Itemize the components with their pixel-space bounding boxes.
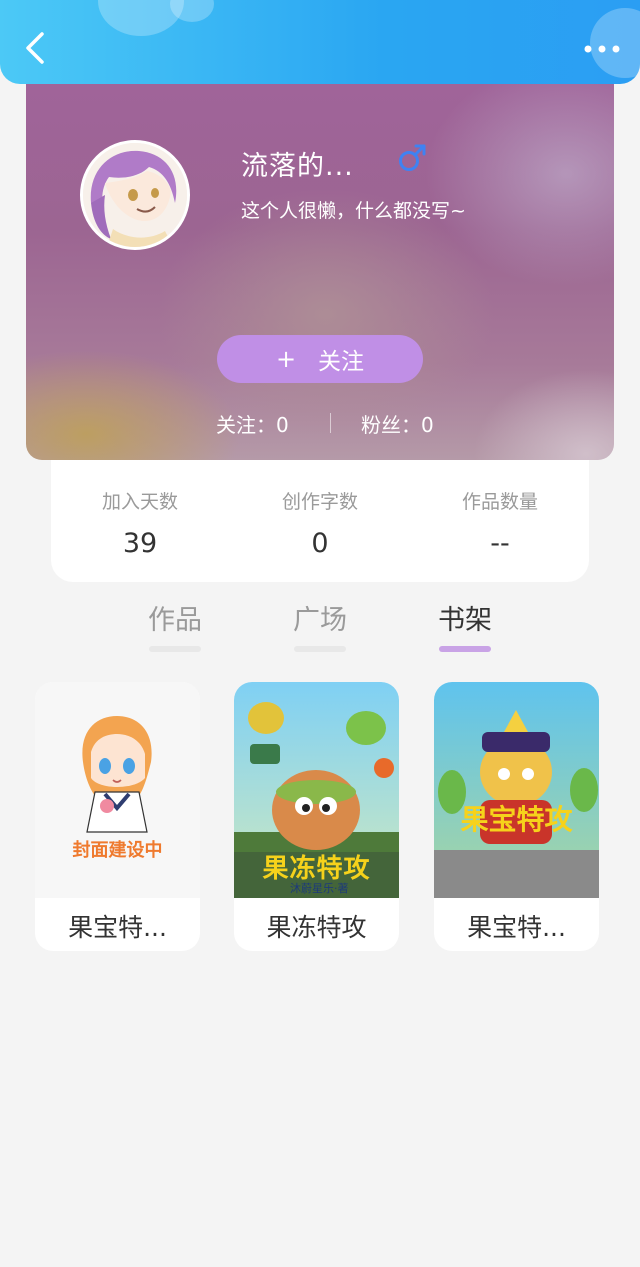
stat-value: 0 <box>311 528 329 559</box>
book-title: 果宝特... <box>68 913 167 942</box>
cover-caption: 封面建设中 <box>72 840 163 861</box>
follow-label: 关注 <box>318 349 365 375</box>
tab-indicator <box>294 646 346 652</box>
cover-author: 沐蔚星乐·著 <box>290 882 349 895</box>
male-icon <box>399 144 426 171</box>
cover-logo: 果宝特攻 <box>460 803 573 836</box>
following-count[interactable]: 关注：0 <box>216 409 289 438</box>
stat-value: 39 <box>122 528 158 559</box>
bio-text: 这个人很懒，什么都没写~ <box>241 200 466 222</box>
book-cover: 封面建设中 <box>35 682 200 898</box>
tab-indicator-active <box>439 646 491 652</box>
book-cover: 果冻特攻 沐蔚星乐·著 <box>234 682 399 898</box>
profile-page: 流落的... 这个人很懒，什么都没写~ + 关注 关注：0 粉丝：0 加入天数 … <box>0 0 640 1267</box>
book-title: 果宝特... <box>467 913 566 942</box>
username: 流落的... <box>241 151 354 182</box>
plus-icon: + <box>275 345 297 373</box>
back-button[interactable] <box>18 30 54 66</box>
divider <box>330 413 331 433</box>
tab-square[interactable]: 广场 <box>285 598 355 637</box>
book-title: 果冻特攻 <box>266 913 367 942</box>
more-horizontal-icon <box>584 45 620 53</box>
profile-card: 流落的... 这个人很懒，什么都没写~ + 关注 关注：0 粉丝：0 <box>26 74 614 460</box>
stat-label: 创作字数 <box>281 491 358 513</box>
header-bar <box>0 0 640 84</box>
avatar[interactable] <box>80 140 190 250</box>
stat-works-count: 作品数量 -- <box>420 487 580 559</box>
book-card[interactable]: 果宝特攻 果宝特... <box>434 682 599 951</box>
stat-join-days: 加入天数 39 <box>60 487 220 559</box>
tab-bookshelf[interactable]: 书架 <box>430 598 500 637</box>
follow-button[interactable]: + 关注 <box>217 335 423 383</box>
book-card[interactable]: 果冻特攻 沐蔚星乐·著 果冻特攻 <box>234 682 399 951</box>
cover-placeholder-illustration <box>35 682 200 898</box>
follow-stats: 关注：0 粉丝：0 <box>26 407 614 437</box>
tab-works[interactable]: 作品 <box>140 598 210 637</box>
stat-value: -- <box>490 528 510 559</box>
book-cover: 果宝特攻 <box>434 682 599 898</box>
book-card[interactable]: 封面建设中 果宝特... <box>35 682 200 951</box>
fans-count[interactable]: 粉丝：0 <box>361 409 434 438</box>
more-button[interactable] <box>582 34 622 64</box>
stats-card: 加入天数 39 创作字数 0 作品数量 -- <box>51 455 589 582</box>
tab-indicator <box>149 646 201 652</box>
chevron-left-icon <box>26 32 44 64</box>
stat-label: 作品数量 <box>461 491 538 513</box>
stat-word-count: 创作字数 0 <box>240 487 400 559</box>
avatar-illustration <box>83 143 187 247</box>
stat-label: 加入天数 <box>101 491 178 513</box>
cover-art-illustration <box>434 682 599 898</box>
